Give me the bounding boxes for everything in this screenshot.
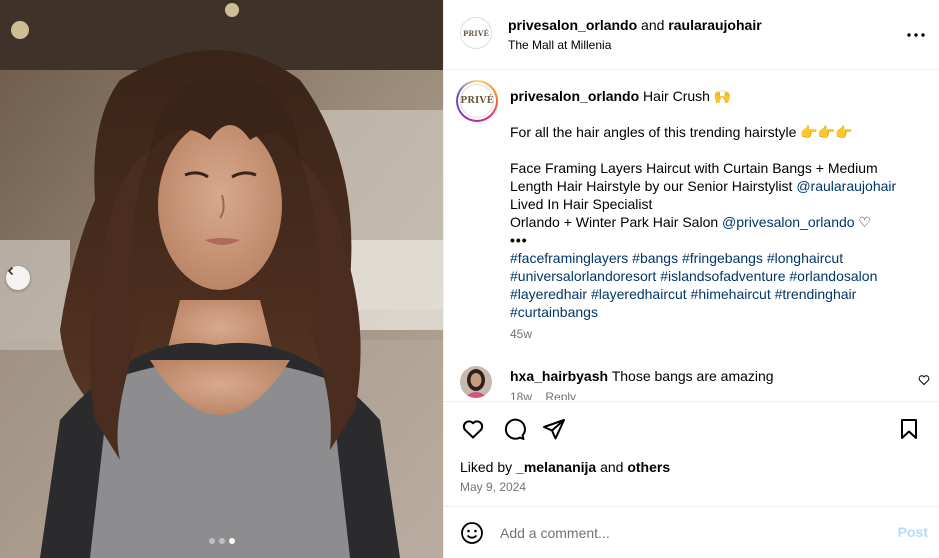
- hashtags-line[interactable]: #faceframinglayers #bangs #fringebangs #…: [510, 249, 920, 267]
- share-icon: [543, 419, 565, 440]
- comment-text: hxa_hairbyash Those bangs are amazing: [510, 368, 774, 384]
- emoji-icon[interactable]: [460, 521, 484, 545]
- post-photo: [0, 0, 443, 558]
- caption-avatar[interactable]: PRIVÉ: [456, 80, 498, 122]
- caption-area: PRIVÉ privesalon_orlando Hair Crush 🙌 Fo…: [444, 70, 939, 400]
- author-username[interactable]: privesalon_orlando: [508, 17, 637, 33]
- caption-line: Face Framing Layers Haircut with Curtain…: [510, 160, 878, 176]
- likes-others[interactable]: others: [627, 459, 670, 475]
- heart-emoji: ♡: [854, 214, 871, 230]
- mention-link[interactable]: @raularaujohair: [796, 178, 896, 194]
- comment-input[interactable]: [500, 521, 880, 545]
- post-authors: privesalon_orlando and raularaujohair: [508, 17, 762, 33]
- carousel-dot: [218, 538, 225, 544]
- like-button[interactable]: [460, 416, 486, 442]
- likes-user[interactable]: _melananija: [516, 459, 596, 475]
- caption-age: 45w: [510, 327, 533, 341]
- hashtags-line[interactable]: #layeredhair #layeredhaircut #himehaircu…: [510, 285, 920, 303]
- heart-icon: [462, 420, 484, 439]
- carousel-prev-button[interactable]: [6, 266, 30, 290]
- carousel-indicator: [0, 538, 443, 544]
- bookmark-icon: [901, 419, 917, 439]
- comment-button[interactable]: [501, 416, 527, 442]
- post-comment-button[interactable]: Post: [898, 524, 928, 540]
- post-dialog: PRIVÉ privesalon_orlando and raularaujoh…: [0, 0, 939, 558]
- comment-item: hxa_hairbyash Those bangs are amazing 18…: [444, 366, 939, 400]
- comment-reply-button[interactable]: Reply: [545, 390, 576, 400]
- author-avatar[interactable]: PRIVÉ: [460, 17, 492, 49]
- caption-line: Length Hair Hairstyle by our Senior Hair…: [510, 178, 797, 194]
- post-actions: Liked by _melananija and others May 9, 2…: [444, 401, 939, 556]
- commenter-avatar-image: [460, 366, 492, 398]
- more-options-button[interactable]: [906, 25, 926, 45]
- carousel-dot: [208, 538, 215, 544]
- hashtags-line[interactable]: #universalorlandoresort #islandsofadvent…: [510, 267, 920, 285]
- post-date[interactable]: May 9, 2024: [460, 480, 526, 494]
- salon-logo: PRIVÉ: [460, 96, 494, 106]
- caption-line: Lived In Hair Specialist: [510, 196, 653, 212]
- caption-line: For all the hair angles of this trending…: [510, 124, 853, 140]
- share-button[interactable]: [541, 416, 567, 442]
- salon-logo: PRIVÉ: [462, 28, 490, 38]
- comment-icon: [504, 418, 526, 440]
- save-button[interactable]: [896, 416, 922, 442]
- hashtags-line[interactable]: #curtainbangs: [510, 303, 920, 321]
- likes-prefix: Liked by: [460, 459, 517, 475]
- post-sidebar: PRIVÉ privesalon_orlando and raularaujoh…: [443, 0, 939, 558]
- chevron-left-icon: [7, 266, 14, 276]
- post-location[interactable]: The Mall at Millenia: [508, 38, 611, 52]
- mention-link[interactable]: @privesalon_orlando: [722, 214, 855, 230]
- carousel-dot-active: [228, 538, 235, 544]
- commenter-avatar[interactable]: [460, 366, 492, 398]
- comment-body: Those bangs are amazing: [608, 368, 774, 384]
- coauthor-username[interactable]: raularaujohair: [668, 17, 761, 33]
- caption-text: privesalon_orlando Hair Crush 🙌 For all …: [510, 87, 920, 321]
- caption-title: Hair Crush 🙌: [643, 88, 732, 104]
- likes-joiner: and: [596, 459, 628, 475]
- more-icon: [907, 33, 925, 37]
- comment-age: 18w: [510, 390, 533, 400]
- likes-summary: Liked by _melananija and others: [460, 459, 670, 475]
- caption-username[interactable]: privesalon_orlando: [510, 88, 639, 104]
- add-comment-bar: Post: [444, 506, 939, 557]
- caption-ellipsis: •••: [510, 232, 528, 248]
- post-header: PRIVÉ privesalon_orlando and raularaujoh…: [444, 0, 939, 70]
- comment-like-heart-icon[interactable]: [918, 374, 930, 386]
- comment-meta: 18w Reply: [510, 390, 586, 400]
- post-media[interactable]: [0, 0, 443, 558]
- commenter-username[interactable]: hxa_hairbyash: [510, 368, 608, 384]
- caption-avatar-image: PRIVÉ: [460, 84, 494, 118]
- authors-joiner: and: [641, 17, 665, 33]
- caption-line: Orlando + Winter Park Hair Salon: [510, 214, 723, 230]
